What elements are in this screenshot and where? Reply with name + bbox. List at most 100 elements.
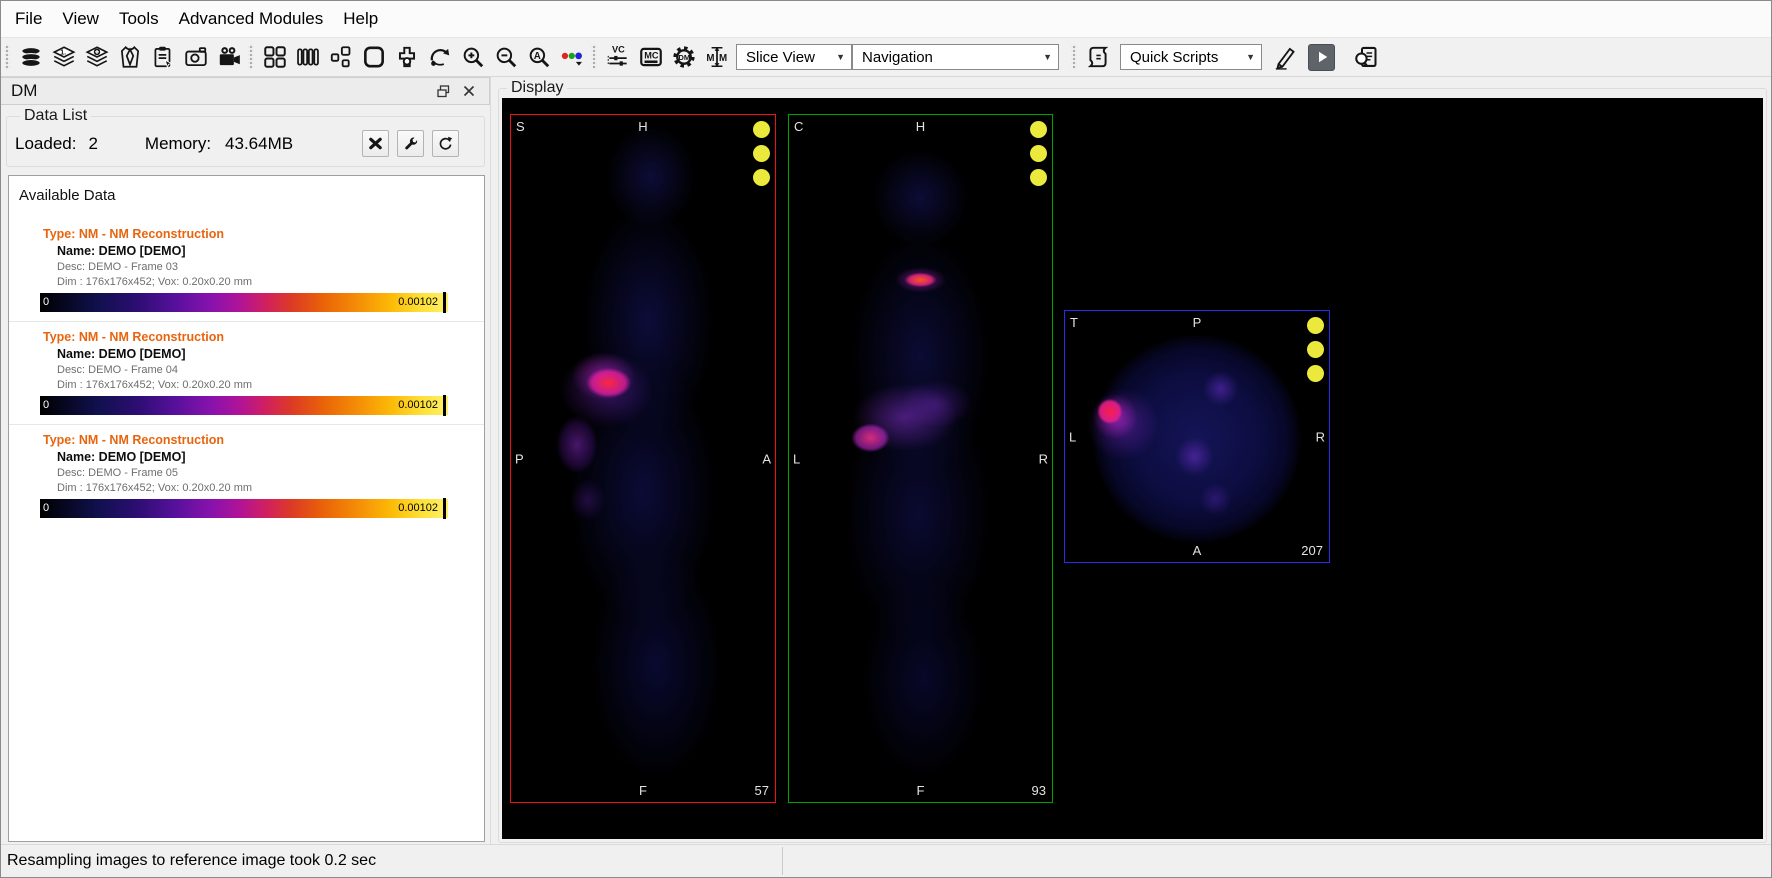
dm-dock-body: Data List Loaded: 2 Memory: 43.64MB Avai… bbox=[1, 105, 490, 844]
frame-markers[interactable] bbox=[1030, 121, 1047, 186]
item-name: Name: DEMO [DEMO] bbox=[57, 244, 186, 258]
layers-add-button[interactable] bbox=[80, 42, 113, 73]
frame-marker-dot[interactable] bbox=[1307, 317, 1324, 334]
mm-module-button[interactable]: MM bbox=[700, 42, 733, 73]
zoom-in-button[interactable] bbox=[456, 42, 489, 73]
menu-help[interactable]: Help bbox=[333, 3, 388, 35]
edit-script-icon bbox=[1275, 47, 1295, 70]
colormap-bar[interactable]: 0 0.00102 bbox=[40, 395, 448, 416]
colormap-bar[interactable]: 0 0.00102 bbox=[40, 498, 448, 519]
movie-camera-icon bbox=[219, 47, 240, 66]
frame-marker-dot[interactable] bbox=[753, 145, 770, 162]
colormap-max: 0.00102 bbox=[398, 296, 438, 308]
available-data-list[interactable]: Available Data Type: NM - NM Reconstruct… bbox=[8, 175, 485, 842]
data-list-item[interactable]: Type: NM - NM Reconstruction Name: DEMO … bbox=[9, 321, 484, 416]
slice-view-transverse[interactable]: T P L R A 207 bbox=[1064, 310, 1330, 563]
dm-module-button[interactable]: DM bbox=[667, 42, 700, 73]
loaded-value: 2 bbox=[88, 133, 98, 153]
layers-reorder-button[interactable]: 1. bbox=[47, 42, 80, 73]
slice-number: 93 bbox=[1031, 783, 1046, 798]
script-button[interactable] bbox=[1081, 42, 1114, 73]
item-type: Type: NM - NM Reconstruction bbox=[43, 330, 225, 344]
slice-view-coronal[interactable]: C H L R F 93 bbox=[788, 114, 1053, 803]
frame-markers[interactable] bbox=[1307, 317, 1324, 382]
colormap-max: 0.00102 bbox=[398, 399, 438, 411]
toolbar-handle[interactable] bbox=[1071, 44, 1077, 70]
layout-grid-button[interactable] bbox=[258, 42, 291, 73]
slice-view-dropdown[interactable]: Slice View ▼ bbox=[736, 44, 852, 70]
data-stack-button[interactable] bbox=[14, 42, 47, 73]
item-type: Type: NM - NM Reconstruction bbox=[43, 433, 225, 447]
layout-columns-button[interactable] bbox=[291, 42, 324, 73]
navigation-dropdown[interactable]: Navigation ▼ bbox=[852, 44, 1059, 70]
frame-marker-dot[interactable] bbox=[1307, 365, 1324, 382]
zoom-out-button[interactable] bbox=[489, 42, 522, 73]
layout-grid-icon bbox=[263, 46, 286, 68]
script-icon bbox=[1087, 46, 1108, 68]
toolbar-handle[interactable] bbox=[4, 44, 10, 70]
orientation-label-anterior: A bbox=[762, 451, 771, 466]
svg-text:A: A bbox=[533, 51, 540, 62]
delete-data-button[interactable] bbox=[362, 130, 389, 157]
rotate-view-button[interactable] bbox=[423, 42, 456, 73]
item-desc: Desc: DEMO - Frame 05 bbox=[57, 467, 179, 479]
layout-custom-button[interactable] bbox=[324, 42, 357, 73]
svg-text:M: M bbox=[706, 53, 714, 64]
snapshot-camera-icon bbox=[184, 47, 207, 67]
edit-script-button[interactable] bbox=[1268, 42, 1301, 73]
colormap-min: 0 bbox=[43, 296, 50, 308]
frame-marker-dot[interactable] bbox=[753, 121, 770, 138]
mc-module-button[interactable]: MC bbox=[634, 42, 667, 73]
vc-module-button[interactable]: VC bbox=[601, 42, 634, 73]
orientation-label-superior: S bbox=[516, 119, 525, 134]
data-list-item[interactable]: Type: NM - NM Reconstruction Name: DEMO … bbox=[9, 424, 484, 519]
color-channels-button[interactable] bbox=[555, 42, 588, 73]
application-window: File View Tools Advanced Modules Help 1.… bbox=[0, 0, 1772, 878]
zoom-auto-button[interactable]: A bbox=[522, 42, 555, 73]
frame-marker-dot[interactable] bbox=[1030, 145, 1047, 162]
menu-tools[interactable]: Tools bbox=[109, 3, 169, 35]
status-message: Resampling images to reference image too… bbox=[7, 852, 377, 869]
frame-marker-dot[interactable] bbox=[1307, 341, 1324, 358]
toolbar-handle[interactable] bbox=[591, 44, 597, 70]
slice-view-dropdown-value: Slice View bbox=[746, 48, 815, 66]
menu-view[interactable]: View bbox=[52, 3, 109, 35]
loaded-label: Loaded: bbox=[15, 133, 77, 153]
run-script-button[interactable] bbox=[1308, 43, 1335, 71]
delete-icon bbox=[369, 137, 382, 150]
subject-icon bbox=[120, 45, 139, 68]
register-tool-button[interactable] bbox=[390, 42, 423, 73]
subject-button[interactable] bbox=[113, 42, 146, 73]
quick-scripts-dropdown[interactable]: Quick Scripts ▼ bbox=[1120, 44, 1262, 70]
frame-marker-dot[interactable] bbox=[1030, 169, 1047, 186]
frame-marker-dot[interactable] bbox=[753, 169, 770, 186]
colormap-bar[interactable]: 0 0.00102 bbox=[40, 292, 448, 313]
layout-custom-icon bbox=[330, 46, 350, 68]
dm-module-icon: DM bbox=[672, 46, 695, 68]
close-panel-button[interactable] bbox=[459, 81, 479, 101]
menu-advanced-modules[interactable]: Advanced Modules bbox=[169, 3, 334, 35]
data-list-item[interactable]: Type: NM - NM Reconstruction Name: DEMO … bbox=[9, 219, 484, 313]
display-canvas[interactable]: S H P A F 57 C H L R F 93 T P L R A 207 bbox=[502, 98, 1763, 839]
orientation-label-head: H bbox=[638, 119, 648, 134]
menu-file[interactable]: File bbox=[5, 3, 52, 35]
movie-camera-button[interactable] bbox=[212, 42, 245, 73]
clipboard-paste-button[interactable] bbox=[146, 42, 179, 73]
layout-single-button[interactable] bbox=[357, 42, 390, 73]
script-report-button[interactable] bbox=[1350, 42, 1383, 73]
frame-markers[interactable] bbox=[753, 121, 770, 186]
reload-data-button[interactable] bbox=[432, 130, 459, 157]
frame-marker-dot[interactable] bbox=[1030, 121, 1047, 138]
slice-view-sagittal[interactable]: S H P A F 57 bbox=[510, 114, 776, 803]
orientation-label-foot: F bbox=[916, 783, 925, 798]
item-name: Name: DEMO [DEMO] bbox=[57, 450, 186, 464]
main-area: DM Data List Loaded: 2 Memory: 43.64MB A… bbox=[1, 77, 1771, 844]
snapshot-camera-button[interactable] bbox=[179, 42, 212, 73]
dm-dock-titlebar[interactable]: DM bbox=[1, 77, 490, 105]
data-tools-button[interactable] bbox=[397, 130, 424, 157]
float-panel-button[interactable] bbox=[433, 81, 453, 101]
item-type: Type: NM - NM Reconstruction bbox=[43, 227, 225, 241]
svg-text:M: M bbox=[718, 53, 726, 64]
toolbar-handle[interactable] bbox=[248, 44, 254, 70]
zoom-out-icon bbox=[496, 47, 516, 68]
